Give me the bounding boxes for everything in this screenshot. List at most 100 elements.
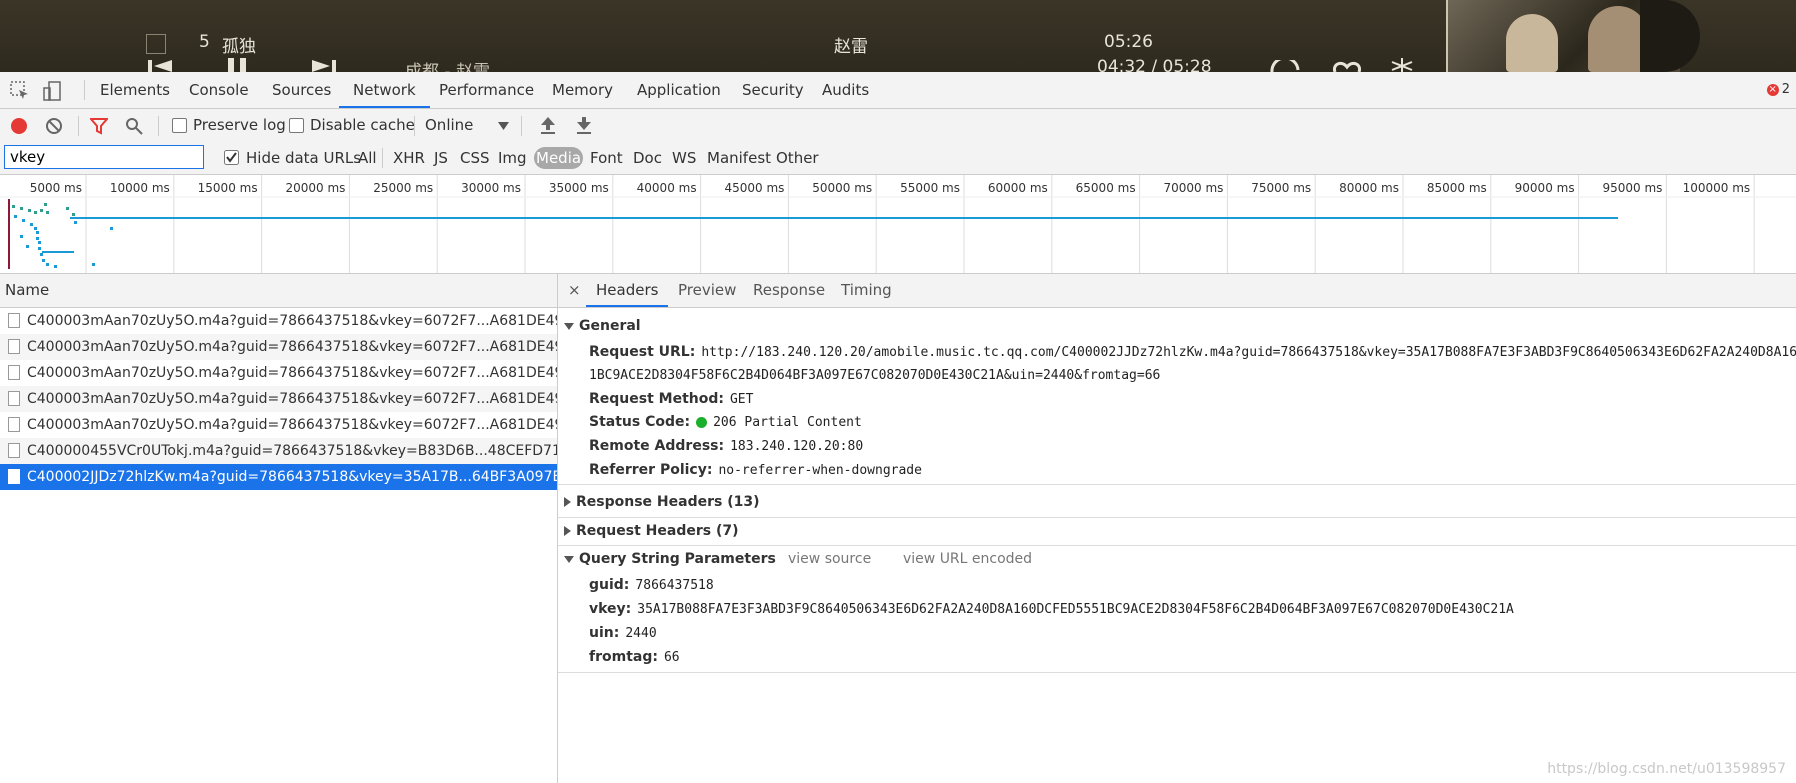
file-icon bbox=[8, 339, 20, 354]
tab-audits[interactable]: Audits bbox=[822, 72, 869, 108]
vinyl-disc-icon bbox=[1640, 0, 1700, 72]
request-bar bbox=[42, 251, 74, 253]
request-row[interactable]: C400002JJDz72hlzKw.m4a?guid=7866437518&v… bbox=[0, 464, 557, 490]
tick-label: 80000 ms bbox=[1339, 181, 1399, 195]
file-icon bbox=[8, 365, 20, 380]
view-url-encoded-link[interactable]: view URL encoded bbox=[903, 551, 1032, 567]
tab-response[interactable]: Response bbox=[753, 274, 825, 307]
request-name: C400003mAan70zUy5O.m4a?guid=7866437518&v… bbox=[27, 365, 557, 381]
request-dot bbox=[38, 247, 41, 250]
chevron-down-icon[interactable] bbox=[498, 122, 509, 130]
query-params-toggle[interactable]: Query String Parameters bbox=[564, 551, 776, 567]
request-name: C400002JJDz72hlzKw.m4a?guid=7866437518&v… bbox=[27, 469, 557, 485]
request-row[interactable]: C400003mAan70zUy5O.m4a?guid=7866437518&v… bbox=[0, 360, 557, 386]
player-checkbox[interactable] bbox=[146, 34, 166, 54]
request-dot bbox=[44, 203, 47, 206]
tab-timing[interactable]: Timing bbox=[841, 274, 892, 307]
filter-type-img[interactable]: Img bbox=[498, 142, 527, 174]
request-dot bbox=[66, 207, 69, 210]
tab-performance[interactable]: Performance bbox=[439, 72, 534, 108]
request-row[interactable]: C400000455VCr0UTokj.m4a?guid=7866437518&… bbox=[0, 438, 557, 464]
pause-icon[interactable] bbox=[226, 58, 248, 72]
close-detail-button[interactable]: × bbox=[568, 274, 581, 307]
network-overview-timeline[interactable]: 5000 ms 10000 ms 15000 ms 20000 ms 25000 ms 3… bbox=[0, 175, 1796, 274]
tick-label: 10000 ms bbox=[110, 181, 170, 195]
previous-icon[interactable] bbox=[148, 60, 174, 72]
request-name: C400003mAan70zUy5O.m4a?guid=7866437518&v… bbox=[27, 339, 557, 355]
request-dot bbox=[20, 235, 23, 238]
tab-sources[interactable]: Sources bbox=[272, 72, 331, 108]
request-dot bbox=[34, 227, 37, 230]
next-icon[interactable] bbox=[310, 60, 336, 72]
filter-type-other[interactable]: Other bbox=[776, 142, 819, 174]
tab-network[interactable]: Network bbox=[339, 72, 430, 108]
view-source-link[interactable]: view source bbox=[788, 551, 871, 567]
search-icon[interactable] bbox=[125, 117, 143, 135]
hide-data-urls-checkbox[interactable] bbox=[224, 150, 239, 165]
tab-console[interactable]: Console bbox=[189, 72, 249, 108]
disable-cache-checkbox[interactable] bbox=[289, 118, 304, 133]
request-dot bbox=[46, 211, 49, 214]
error-count-badge[interactable]: × 2 bbox=[1766, 82, 1790, 97]
expand-down-icon bbox=[564, 322, 574, 330]
filter-type-css[interactable]: CSS bbox=[460, 142, 490, 174]
devtools-tab-bar: Elements Console Sources Network Performance… bbox=[0, 72, 1796, 109]
filter-icon[interactable] bbox=[90, 117, 108, 135]
filter-type-ws[interactable]: WS bbox=[672, 142, 696, 174]
clear-icon[interactable] bbox=[45, 117, 63, 135]
request-dot bbox=[40, 209, 43, 212]
general-section-toggle[interactable]: General bbox=[564, 318, 641, 334]
request-name: C400000455VCr0UTokj.m4a?guid=7866437518&… bbox=[27, 443, 557, 459]
track-artist: 赵雷 bbox=[834, 37, 868, 57]
filter-type-doc[interactable]: Doc bbox=[633, 142, 662, 174]
response-headers-toggle[interactable]: Response Headers (13) bbox=[564, 494, 759, 510]
filter-type-all[interactable]: All bbox=[358, 142, 377, 174]
record-icon[interactable] bbox=[10, 117, 28, 135]
import-har-icon[interactable] bbox=[540, 116, 556, 134]
loop-icon[interactable] bbox=[1268, 60, 1302, 72]
inspect-element-icon[interactable] bbox=[10, 81, 30, 101]
tab-headers[interactable]: Headers bbox=[586, 274, 669, 307]
request-dot bbox=[40, 253, 43, 256]
watermark: https://blog.csdn.net/u013598957 bbox=[1547, 761, 1786, 777]
tick-label: 95000 ms bbox=[1602, 181, 1662, 195]
name-column-header[interactable]: Name bbox=[0, 274, 557, 308]
request-dot bbox=[110, 227, 113, 230]
tick-label: 90000 ms bbox=[1515, 181, 1575, 195]
request-name: C400003mAan70zUy5O.m4a?guid=7866437518&v… bbox=[27, 391, 557, 407]
request-row[interactable]: C400003mAan70zUy5O.m4a?guid=7866437518&v… bbox=[0, 334, 557, 360]
filter-type-xhr[interactable]: XHR bbox=[393, 142, 425, 174]
filter-input[interactable] bbox=[4, 145, 204, 169]
heart-icon[interactable] bbox=[1332, 60, 1362, 72]
request-row[interactable]: C400003mAan70zUy5O.m4a?guid=7866437518&v… bbox=[0, 412, 557, 438]
request-headers-toggle[interactable]: Request Headers (7) bbox=[564, 523, 738, 539]
hide-data-urls-label: Hide data URLs bbox=[246, 149, 362, 167]
throttling-select[interactable]: Online bbox=[425, 109, 473, 142]
tick-label: 35000 ms bbox=[549, 181, 609, 195]
device-toolbar-icon[interactable] bbox=[43, 81, 63, 101]
request-dot bbox=[42, 259, 45, 262]
preserve-log-checkbox[interactable] bbox=[172, 118, 187, 133]
request-row[interactable]: C400003mAan70zUy5O.m4a?guid=7866437518&v… bbox=[0, 308, 557, 334]
tab-memory[interactable]: Memory bbox=[552, 72, 613, 108]
param-row-fromtag: fromtag: 66 bbox=[589, 649, 680, 665]
status-code-row: Status Code: 206 Partial Content bbox=[589, 414, 862, 430]
request-dot bbox=[30, 223, 33, 226]
load-marker bbox=[8, 199, 10, 269]
request-url-value: http://183.240.120.20/amobile.music.tc.q… bbox=[701, 345, 1796, 360]
request-dot bbox=[46, 263, 49, 266]
share-icon[interactable] bbox=[1390, 58, 1414, 72]
filter-type-manifest[interactable]: Manifest bbox=[707, 142, 771, 174]
tab-security[interactable]: Security bbox=[742, 72, 804, 108]
tab-elements[interactable]: Elements bbox=[100, 72, 170, 108]
tab-application[interactable]: Application bbox=[637, 72, 721, 108]
filter-type-media[interactable]: Media bbox=[534, 147, 584, 169]
filter-type-js[interactable]: JS bbox=[434, 142, 448, 174]
request-row[interactable]: C400003mAan70zUy5O.m4a?guid=7866437518&v… bbox=[0, 386, 557, 412]
filter-type-font[interactable]: Font bbox=[590, 142, 623, 174]
request-dot bbox=[36, 231, 39, 234]
export-har-icon[interactable] bbox=[576, 116, 592, 134]
track-duration: 05:26 bbox=[1104, 32, 1153, 52]
tab-preview[interactable]: Preview bbox=[678, 274, 736, 307]
request-method-row: Request Method: GET bbox=[589, 391, 754, 407]
